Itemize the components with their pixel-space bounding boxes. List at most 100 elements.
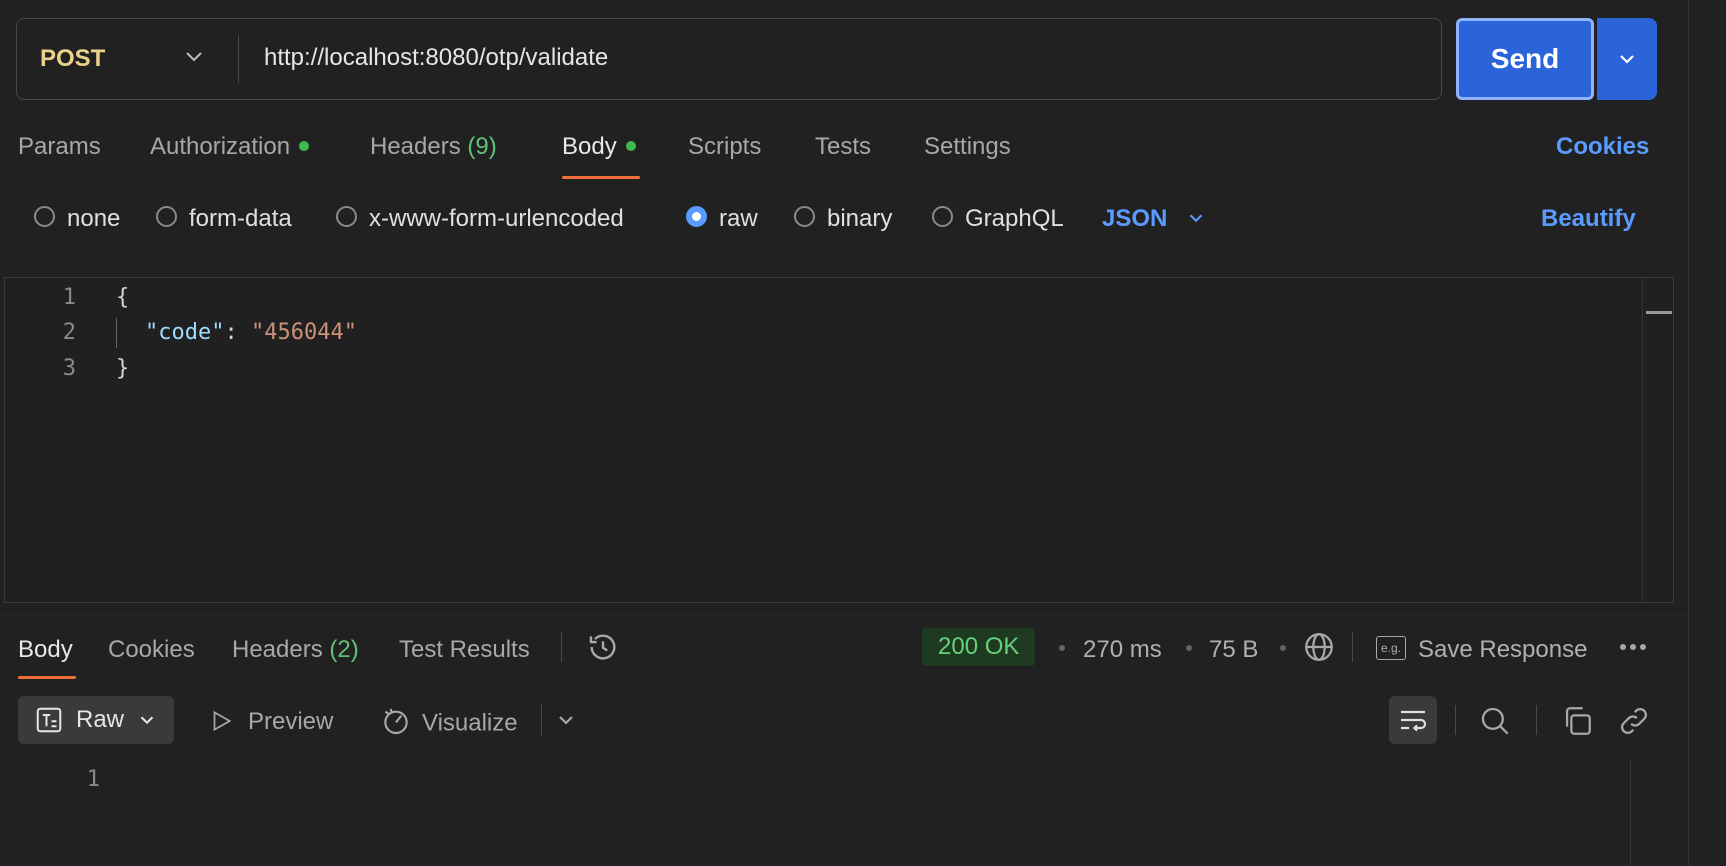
send-options-button[interactable] — [1597, 18, 1657, 100]
play-icon — [213, 710, 232, 731]
radio-icon — [932, 206, 953, 228]
response-time: 270 ms — [1083, 636, 1162, 663]
radio-icon — [794, 206, 815, 228]
radio-label: x-www-form-urlencoded — [369, 205, 624, 232]
history-icon[interactable] — [586, 630, 620, 664]
status-badge: 200 OK — [922, 628, 1036, 666]
divider — [1536, 705, 1537, 735]
radio-icon — [336, 206, 357, 228]
divider — [0, 614, 1690, 615]
visualize-button[interactable]: Visualize — [380, 708, 518, 740]
divider — [1455, 705, 1456, 735]
copy-icon[interactable] — [1560, 704, 1594, 738]
tab-headers[interactable]: Headers (9) — [370, 133, 497, 161]
panel-divider — [1688, 0, 1689, 866]
preview-label: Preview — [248, 708, 334, 735]
line-number: 1 — [62, 285, 76, 310]
response-tab-test-results[interactable]: Test Results — [399, 636, 530, 664]
code-line: "code": "456044" — [145, 320, 357, 345]
request-bar — [16, 18, 1442, 100]
tab-label: Authorization — [150, 133, 291, 160]
separator-dot — [1059, 645, 1065, 651]
radio-selected-icon — [686, 206, 707, 228]
chevron-down-icon[interactable] — [182, 44, 206, 68]
radio-label: GraphQL — [965, 205, 1064, 232]
line-number: 3 — [62, 356, 76, 381]
line-number: 1 — [86, 767, 100, 792]
code-close-brace: } — [116, 356, 130, 381]
active-tab-underline — [562, 176, 640, 179]
visualize-icon — [384, 708, 408, 735]
tab-tests[interactable]: Tests — [815, 133, 871, 161]
scrollbar-thumb[interactable] — [1646, 311, 1672, 314]
radio-label: form-data — [189, 205, 292, 232]
more-options-icon[interactable] — [1618, 638, 1648, 656]
wrap-lines-button[interactable] — [1389, 696, 1437, 744]
separator-dot — [1186, 645, 1192, 651]
tab-label: Body — [562, 133, 617, 160]
body-type-form-data[interactable]: form-data — [156, 205, 292, 233]
editor-scrollbar[interactable] — [1642, 278, 1673, 602]
active-tab-underline — [18, 676, 76, 679]
preview-button[interactable]: Preview — [208, 708, 333, 736]
body-type-none[interactable]: none — [34, 205, 120, 233]
line-number: 2 — [62, 320, 76, 345]
body-type-binary[interactable]: binary — [794, 205, 892, 233]
example-icon: e.g. — [1376, 635, 1406, 660]
tab-params[interactable]: Params — [18, 133, 101, 161]
tab-label: Headers — [370, 133, 461, 160]
radio-label: none — [67, 205, 121, 232]
code-open-brace: { — [116, 285, 130, 310]
json-value: "456044" — [250, 320, 357, 345]
active-indicator-dot — [299, 140, 310, 151]
view-mode-label: Raw — [76, 706, 125, 733]
response-scrollbar[interactable] — [1630, 760, 1631, 866]
wrap-lines-icon — [1401, 710, 1427, 732]
globe-icon[interactable] — [1302, 630, 1336, 664]
response-tab-headers[interactable]: Headers (2) — [232, 636, 359, 664]
body-type-urlencoded[interactable]: x-www-form-urlencoded — [336, 205, 624, 233]
view-mode-select[interactable]: Raw — [18, 696, 174, 744]
cookies-link[interactable]: Cookies — [1556, 133, 1649, 161]
chevron-down-icon[interactable] — [554, 708, 578, 732]
indent-guide — [116, 318, 117, 348]
save-response-label: Save Response — [1418, 636, 1588, 663]
radio-icon — [156, 206, 177, 228]
format-select[interactable]: JSON — [1102, 205, 1207, 233]
body-type-raw[interactable]: raw — [686, 205, 758, 233]
format-label: JSON — [1102, 205, 1168, 232]
tab-authorization[interactable]: Authorization — [150, 133, 310, 161]
save-response-button[interactable]: e.g. Save Response — [1376, 635, 1588, 664]
radio-label: raw — [719, 205, 758, 232]
divider — [238, 35, 239, 83]
link-icon[interactable] — [1617, 704, 1651, 738]
headers-count: (9) — [467, 133, 497, 160]
divider — [561, 632, 562, 662]
headers-count: (2) — [329, 636, 359, 663]
search-icon[interactable] — [1478, 704, 1512, 738]
radio-icon — [34, 206, 55, 228]
send-button[interactable]: Send — [1456, 18, 1594, 100]
radio-label: binary — [827, 205, 893, 232]
divider — [1352, 632, 1353, 662]
json-key: "code" — [145, 320, 225, 345]
response-size: 75 B — [1209, 636, 1259, 663]
separator-dot — [1280, 645, 1286, 651]
chevron-down-icon — [140, 716, 154, 725]
tab-body[interactable]: Body — [562, 133, 636, 161]
response-tab-cookies[interactable]: Cookies — [108, 636, 195, 664]
active-indicator-dot — [625, 140, 636, 151]
tab-settings[interactable]: Settings — [924, 133, 1011, 161]
divider — [541, 705, 542, 735]
chevron-down-icon — [1620, 55, 1634, 64]
chevron-down-icon — [1190, 214, 1203, 222]
body-type-graphql[interactable]: GraphQL — [932, 205, 1064, 233]
method-select[interactable]: POST — [40, 45, 105, 73]
tab-scripts[interactable]: Scripts — [688, 133, 761, 161]
tab-label: Headers — [232, 636, 323, 663]
response-tab-body[interactable]: Body — [18, 636, 73, 664]
raw-text-icon — [36, 707, 62, 733]
beautify-button[interactable]: Beautify — [1541, 205, 1636, 233]
visualize-label: Visualize — [422, 709, 518, 737]
url-input[interactable]: http://localhost:8080/otp/validate — [264, 44, 608, 72]
